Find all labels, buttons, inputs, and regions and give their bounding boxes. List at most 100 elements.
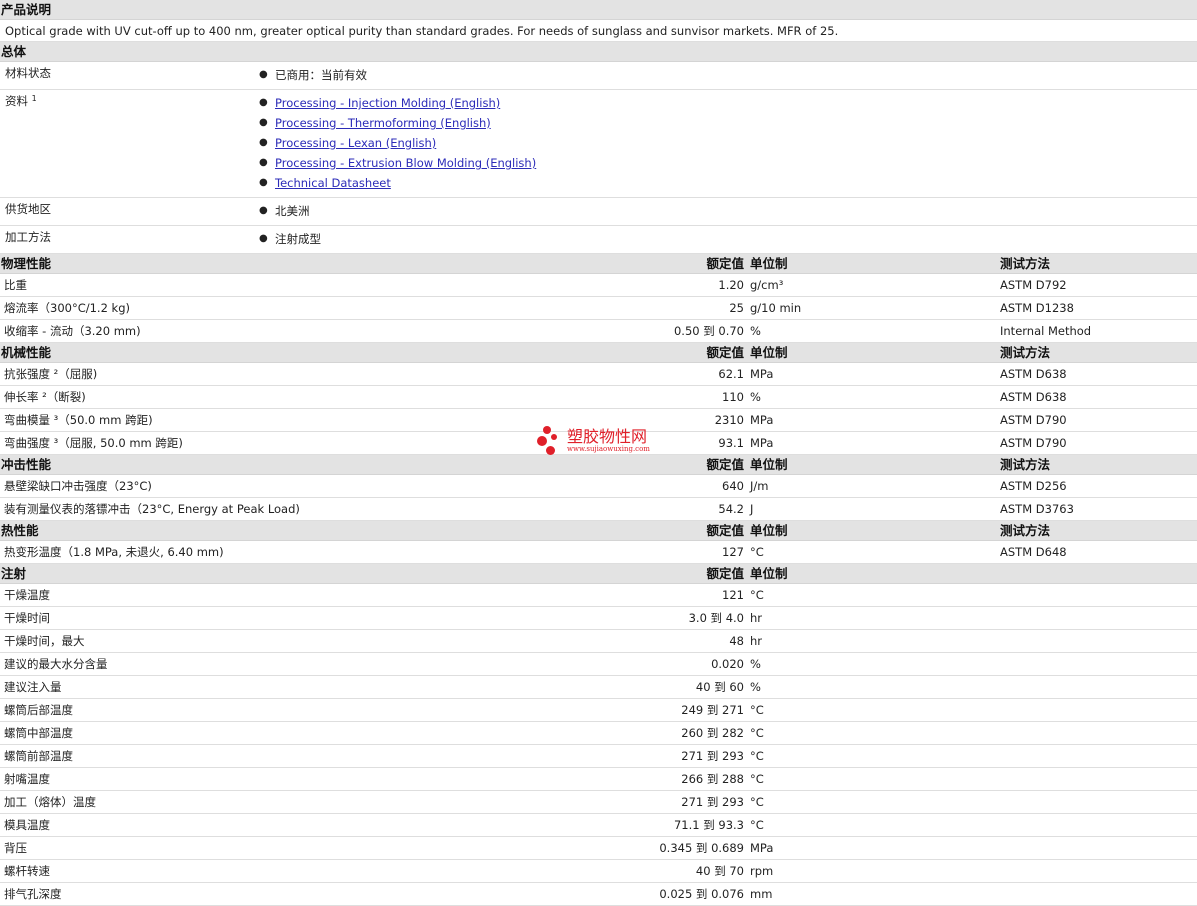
property-row: 比重 1.20 g/cm³ ASTM D792 bbox=[0, 274, 1197, 297]
property-label: 建议注入量 bbox=[4, 680, 62, 694]
property-value: 271 到 293 bbox=[681, 795, 744, 809]
section-title: 物理性能 bbox=[1, 256, 52, 271]
section-title: 注射 bbox=[1, 566, 27, 581]
document-link[interactable]: Processing - Thermoforming (English) bbox=[275, 113, 491, 133]
property-row: 收缩率 - 流动（3.20 mm) 0.50 到 0.70% Internal Me… bbox=[0, 320, 1197, 343]
property-value: 121 bbox=[722, 588, 744, 602]
document-link[interactable]: Processing - Injection Molding (English) bbox=[275, 93, 500, 113]
property-value: 25 bbox=[729, 301, 744, 315]
property-label: 背压 bbox=[4, 841, 27, 855]
bullet-text: 已商用：当前有效 bbox=[275, 68, 367, 82]
property-row: 悬壁梁缺口冲击强度（23°C) 640 J/m ASTM D256 bbox=[0, 475, 1197, 498]
property-unit: MPa bbox=[750, 413, 774, 427]
property-value: 48 bbox=[729, 634, 744, 648]
property-value: 2310 bbox=[714, 413, 744, 427]
column-header-value: 额定值 bbox=[706, 345, 744, 360]
property-unit: % bbox=[750, 324, 761, 338]
bullet-item: ● 北美洲 bbox=[255, 201, 310, 221]
property-unit: MPa bbox=[750, 436, 774, 450]
general-row-label: 资料 1 bbox=[0, 90, 255, 197]
general-row-values: ● 北美洲 bbox=[255, 198, 310, 225]
watermark-title: 塑胶物性网 bbox=[567, 426, 648, 446]
general-table: 材料状态 ● 已商用：当前有效资料 1 ● Processing - Injection… bbox=[0, 62, 1197, 254]
property-unit: hr bbox=[750, 611, 763, 625]
general-label-text: 材料状态 bbox=[5, 66, 51, 80]
property-label: 干燥时间 bbox=[4, 611, 50, 625]
property-label: 热变形温度（1.8 MPa, 未退火, 6.40 mm) bbox=[4, 545, 224, 559]
property-unit: MPa bbox=[750, 841, 774, 855]
property-label: 熔流率（300°C/1.2 kg) bbox=[4, 301, 130, 315]
property-test-method: ASTM D648 bbox=[1000, 545, 1067, 559]
property-test-method: ASTM D792 bbox=[1000, 278, 1067, 292]
property-row: 装有测量仪表的落镖冲击（23°C, Energy at Peak Load) 54… bbox=[0, 498, 1197, 521]
property-row: 抗张强度 ²（屈服) 62.1 MPa ASTM D638 bbox=[0, 363, 1197, 386]
bullet-icon: ● bbox=[259, 97, 268, 108]
property-unit: g/cm³ bbox=[750, 278, 784, 292]
section-header-description: 产品说明 bbox=[0, 0, 1197, 20]
bullet-icon: ● bbox=[259, 137, 268, 148]
bullet-item[interactable]: ● Processing - Injection Molding (English… bbox=[255, 93, 536, 113]
document-link[interactable]: Processing - Lexan (English) bbox=[275, 133, 436, 153]
property-row: 干燥时间，最大 48 hr bbox=[0, 630, 1197, 653]
bullet-icon: ● bbox=[259, 69, 268, 80]
section-header-general: 总体 bbox=[0, 42, 1197, 62]
property-label: 干燥时间，最大 bbox=[4, 634, 85, 648]
document-link[interactable]: Processing - Extrusion Blow Molding (Eng… bbox=[275, 153, 536, 173]
bullet-text: 北美洲 bbox=[275, 204, 310, 218]
column-header-test: 测试方法 bbox=[1000, 256, 1051, 271]
property-unit: rpm bbox=[750, 864, 774, 878]
property-label: 螺筒后部温度 bbox=[4, 703, 73, 717]
property-unit: °C bbox=[750, 749, 764, 763]
property-row: 螺筒后部温度 249 到 271 °C bbox=[0, 699, 1197, 722]
property-row: 排气孔深度 0.025 到 0.076 mm bbox=[0, 883, 1197, 906]
general-row: 供货地区 ● 北美洲 bbox=[0, 198, 1197, 226]
property-test-method: ASTM D256 bbox=[1000, 479, 1067, 493]
property-value: 0.345 到 0.689 bbox=[659, 841, 744, 855]
property-unit: J bbox=[750, 502, 754, 516]
property-label: 螺杆转速 bbox=[4, 864, 50, 878]
property-unit: g/10 min bbox=[750, 301, 802, 315]
property-label: 抗张强度 ²（屈服) bbox=[4, 367, 98, 381]
bullet-item[interactable]: ● Processing - Thermoforming (English) bbox=[255, 113, 536, 133]
property-row: 干燥温度 121 °C bbox=[0, 584, 1197, 607]
property-unit: °C bbox=[750, 818, 764, 832]
column-header-unit: 单位制 bbox=[750, 256, 788, 271]
property-label: 建议的最大水分含量 bbox=[4, 657, 108, 671]
general-row-values: ● Processing - Injection Molding (English… bbox=[255, 90, 536, 197]
property-unit: °C bbox=[750, 726, 764, 740]
property-label: 干燥温度 bbox=[4, 588, 50, 602]
bullet-item: ● 注射成型 bbox=[255, 229, 321, 249]
bullet-text: 注射成型 bbox=[275, 232, 321, 246]
property-unit: hr bbox=[750, 634, 763, 648]
column-header-test: 测试方法 bbox=[1000, 523, 1051, 538]
bullet-icon: ● bbox=[259, 233, 268, 244]
bullet-item[interactable]: ● Processing - Extrusion Blow Molding (En… bbox=[255, 153, 536, 173]
property-value: 40 到 60 bbox=[695, 680, 744, 694]
property-label: 比重 bbox=[4, 278, 27, 292]
bullet-icon: ● bbox=[259, 177, 268, 188]
property-value: 640 bbox=[722, 479, 744, 493]
property-label: 弯曲模量 ³（50.0 mm 跨距) bbox=[4, 413, 153, 427]
property-unit: J/m bbox=[750, 479, 769, 493]
property-label: 螺筒前部温度 bbox=[4, 749, 73, 763]
general-row-values: ● 已商用：当前有效 bbox=[255, 62, 367, 89]
property-value: 127 bbox=[722, 545, 744, 559]
property-value: 93.1 bbox=[718, 436, 744, 450]
column-header-value: 额定值 bbox=[706, 457, 744, 472]
document-link[interactable]: Technical Datasheet bbox=[275, 173, 391, 193]
bullet-item[interactable]: ● Technical Datasheet bbox=[255, 173, 536, 193]
section-title: 冲击性能 bbox=[1, 457, 52, 472]
property-label: 螺筒中部温度 bbox=[4, 726, 73, 740]
logo-dots-icon bbox=[537, 424, 565, 456]
property-label: 装有测量仪表的落镖冲击（23°C, Energy at Peak Load) bbox=[4, 502, 300, 516]
section-header: 物理性能 额定值 单位制 测试方法 bbox=[0, 254, 1197, 274]
general-row: 材料状态 ● 已商用：当前有效 bbox=[0, 62, 1197, 90]
bullet-item[interactable]: ● Processing - Lexan (English) bbox=[255, 133, 536, 153]
property-row: 建议注入量 40 到 60% bbox=[0, 676, 1197, 699]
property-value: 110 bbox=[722, 390, 744, 404]
property-test-method: ASTM D638 bbox=[1000, 367, 1067, 381]
property-unit: % bbox=[750, 657, 761, 671]
property-value: 1.20 bbox=[718, 278, 744, 292]
column-header-unit: 单位制 bbox=[750, 523, 788, 538]
general-row: 加工方法 ● 注射成型 bbox=[0, 226, 1197, 254]
